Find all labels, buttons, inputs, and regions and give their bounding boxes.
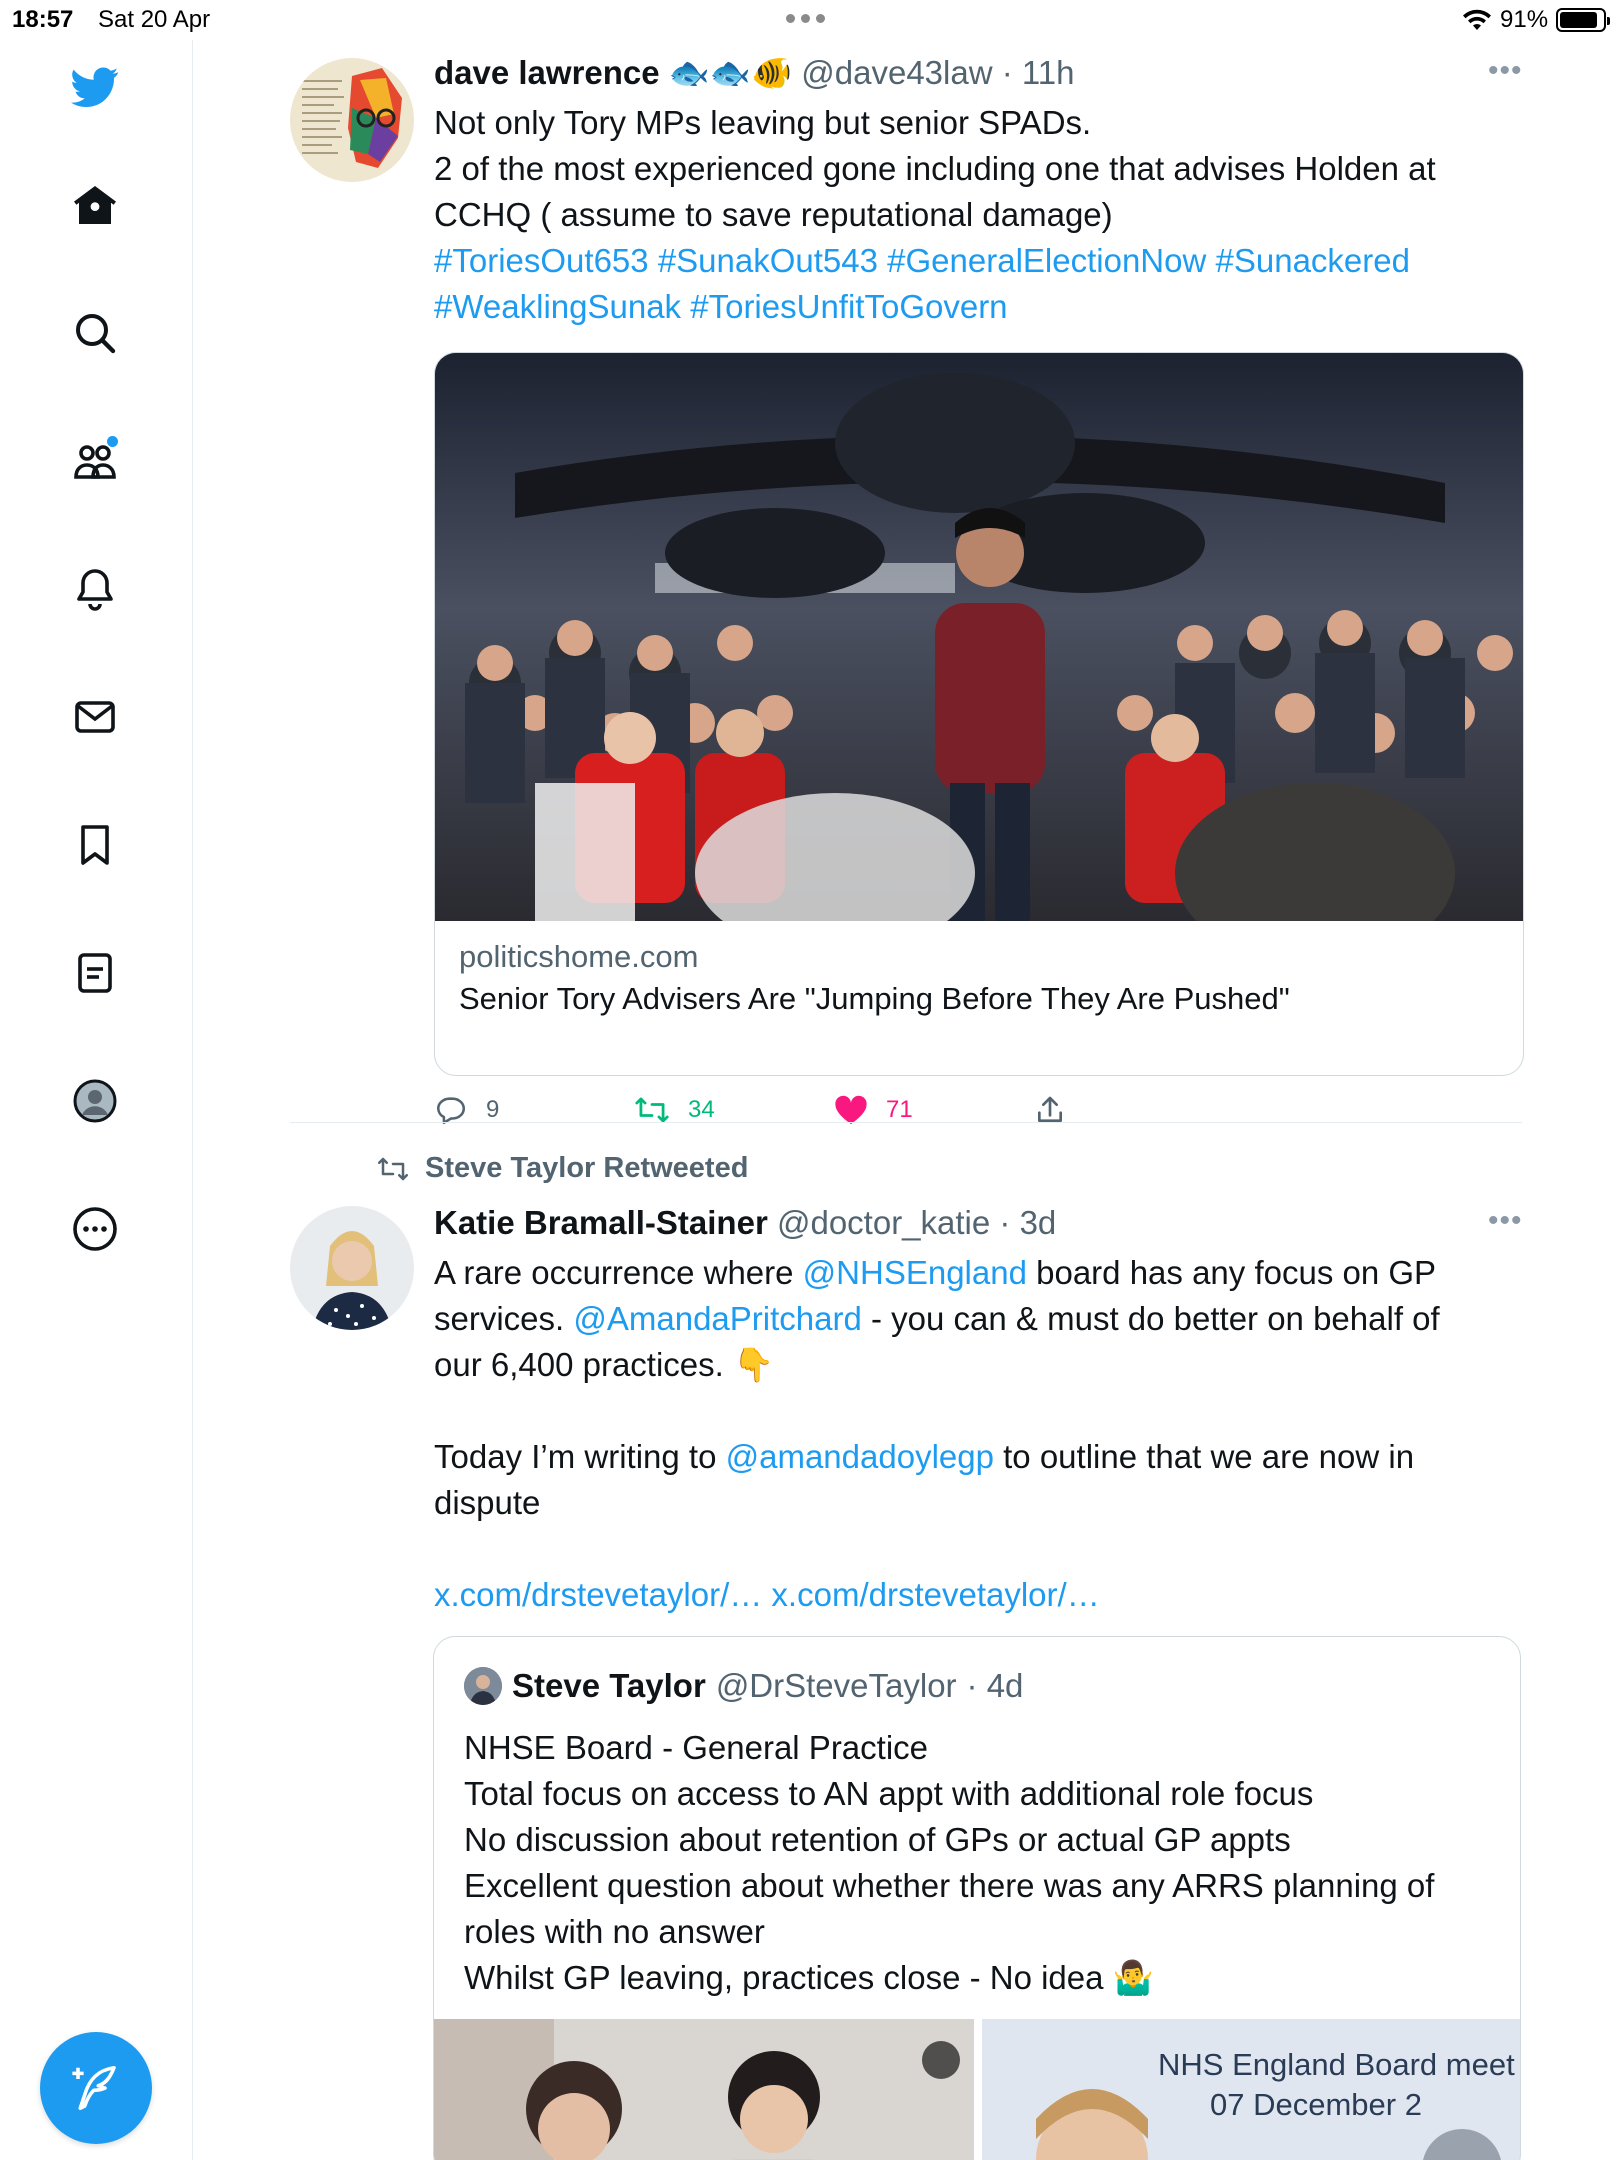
quoted-text-line: Total focus on access to AN appt with ad… <box>464 1775 1314 1812</box>
tweet-text-segment: our 6,400 practices. <box>434 1346 724 1383</box>
display-name[interactable]: Katie Bramall-Stainer <box>434 1204 768 1241</box>
hashtag-link[interactable]: #SunakOut543 <box>658 242 878 279</box>
twitter-logo-icon[interactable] <box>60 52 130 122</box>
user-avatar[interactable] <box>290 1206 414 1330</box>
battery-icon <box>1556 8 1610 32</box>
wifi-icon <box>1462 8 1492 39</box>
tweet-text-line: CCHQ ( assume to save reputational damag… <box>434 196 1113 233</box>
quoted-media[interactable]: NHS England Board meet 07 December 2 <box>434 2019 1520 2160</box>
hashtag-link[interactable]: #WeaklingSunak <box>434 288 681 325</box>
profile-avatar-icon[interactable] <box>60 1066 130 1136</box>
quoted-tweet-text: NHSE Board - General Practice Total focu… <box>464 1725 1504 2001</box>
link-preview-card[interactable]: politicshome.com Senior Tory Advisers Ar… <box>434 352 1524 1076</box>
user-handle[interactable]: @dave43law <box>801 54 992 91</box>
quoted-media-image[interactable] <box>434 2019 974 2160</box>
more-options-icon[interactable] <box>60 1194 130 1264</box>
quoted-text-line: Excellent question about whether there w… <box>464 1867 1435 1904</box>
quoted-text-line: NHSE Board - General Practice <box>464 1729 929 1766</box>
tweet-actions: 9 34 71 <box>434 1090 1524 1130</box>
name-fish-emoji: 🐟🐟🐠 <box>668 53 793 92</box>
tweet-text-line: 2 of the most experienced gone including… <box>434 150 1436 187</box>
tweet-text-line: Not only Tory MPs leaving but senior SPA… <box>434 104 1092 141</box>
tweet-more-options-icon[interactable]: ••• <box>1488 54 1523 88</box>
multitasking-dots-icon[interactable] <box>786 14 825 23</box>
status-bar: 18:57 Sat 20 Apr 91% <box>0 0 1620 40</box>
tweet-text-segment: to outline that we are now in <box>993 1438 1415 1475</box>
quoted-media-image[interactable]: NHS England Board meet 07 December 2 <box>982 2019 1520 2160</box>
quoted-media-caption: NHS England Board meet 07 December 2 <box>1158 2045 1515 2125</box>
retweeted-by-label[interactable]: Steve Taylor Retweeted <box>375 1152 748 1185</box>
like-count: 71 <box>886 1096 913 1123</box>
tweet-text-segment: services. <box>434 1300 574 1337</box>
compose-tweet-button[interactable] <box>40 2032 152 2144</box>
reply-count: 9 <box>486 1096 500 1123</box>
tweet-text-segment: board has any focus on GP <box>1026 1254 1437 1291</box>
messages-envelope-icon[interactable] <box>60 682 130 752</box>
sidebar-nav <box>0 40 193 2160</box>
tweet-time[interactable]: · 11h <box>1002 54 1075 91</box>
mention-link[interactable]: @amandadoylegp <box>726 1438 994 1475</box>
lists-icon[interactable] <box>60 938 130 1008</box>
search-icon[interactable] <box>60 298 130 368</box>
mention-link[interactable]: @AmandaPritchard <box>573 1300 861 1337</box>
quoted-tweet[interactable]: Steve Taylor @DrSteveTaylor · 4d NHSE Bo… <box>433 1636 1521 2160</box>
link-card-domain: politicshome.com <box>459 939 699 974</box>
user-avatar[interactable] <box>290 58 414 182</box>
hashtag-link[interactable]: #ToriesUnfitToGovern <box>690 288 1007 325</box>
quoted-text-line: roles with no answer <box>464 1913 765 1950</box>
hashtag-link[interactable]: #GeneralElectionNow <box>887 242 1206 279</box>
quoted-media-caption-line: NHS England Board meet <box>1158 2047 1515 2082</box>
retweet-count: 34 <box>688 1096 715 1123</box>
quoted-media-caption-line: 07 December 2 <box>1210 2087 1422 2122</box>
quoted-user-handle[interactable]: @DrSteveTaylor <box>716 1667 957 1705</box>
quoted-text-line: Whilst GP leaving, practices close - No … <box>464 1959 1104 1996</box>
communities-icon[interactable] <box>60 426 130 496</box>
tweet-links[interactable]: x.com/drstevetaylor/… x.com/drstevetaylo… <box>434 1572 1524 1618</box>
retweeted-by-text: Steve Taylor Retweeted <box>425 1152 749 1184</box>
tweet-time[interactable]: · 3d <box>999 1204 1056 1241</box>
quoted-user-avatar[interactable] <box>464 1667 502 1705</box>
tweet-more-options-icon[interactable]: ••• <box>1488 1204 1523 1238</box>
quoted-display-name[interactable]: Steve Taylor <box>512 1667 706 1705</box>
tweet-text-segment: Today I’m writing to <box>434 1438 726 1475</box>
shrug-emoji: 🤷‍♂️ <box>1112 1958 1154 1997</box>
display-name[interactable]: dave lawrence <box>434 54 660 91</box>
tweet-text: Not only Tory MPs leaving but senior SPA… <box>434 100 1524 330</box>
quoted-text-line: No discussion about retention of GPs or … <box>464 1821 1291 1858</box>
notification-dot <box>107 436 118 447</box>
tweet-text-segment: A rare occurrence where <box>434 1254 803 1291</box>
mention-link[interactable]: @NHSEngland <box>803 1254 1027 1291</box>
status-date: Sat 20 Apr <box>98 6 211 33</box>
link-card-title: Senior Tory Advisers Are "Jumping Before… <box>459 981 1290 1016</box>
hashtag-link[interactable]: #Sunackered <box>1216 242 1410 279</box>
home-icon[interactable] <box>60 170 130 240</box>
tweet-text: A rare occurrence where @NHSEngland boar… <box>434 1250 1524 1618</box>
tweet-divider <box>290 1122 1522 1123</box>
notifications-bell-icon[interactable] <box>60 554 130 624</box>
retweet-icon <box>378 1157 408 1180</box>
hashtag-link[interactable]: #ToriesOut653 <box>434 242 649 279</box>
tweet-text-segment: - you can & must do better on behalf of <box>861 1300 1440 1337</box>
tweet[interactable]: dave lawrence 🐟🐟🐠 @dave43law · 11h ••• N… <box>290 40 1525 1125</box>
pointing-down-emoji: 👇 <box>733 1345 775 1384</box>
quoted-tweet-time[interactable]: · 4d <box>967 1667 1024 1705</box>
status-time: 18:57 <box>12 6 74 33</box>
user-handle[interactable]: @doctor_katie <box>777 1204 990 1241</box>
bookmarks-icon[interactable] <box>60 810 130 880</box>
tweet-text-segment: dispute <box>434 1484 541 1521</box>
battery-percent: 91% <box>1500 6 1549 33</box>
link-preview-image <box>435 353 1523 921</box>
